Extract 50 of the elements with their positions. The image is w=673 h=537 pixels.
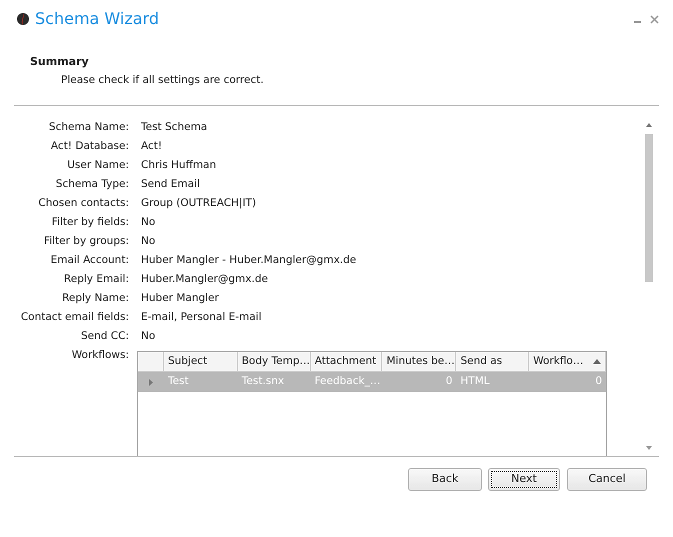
table-cell: HTML — [456, 372, 530, 392]
field-label: Contact email fields: — [20, 310, 129, 325]
column-header[interactable]: Send as — [456, 352, 530, 371]
field-value: Group (OUTREACH|IT) — [141, 196, 256, 211]
row-indicator-icon — [148, 378, 153, 386]
field-value: Huber Mangler - Huber.Mangler@gmx.de — [141, 252, 356, 268]
table-cell: 0 — [529, 372, 606, 392]
field-label: Filter by groups: — [42, 234, 129, 249]
field-value: No — [141, 328, 156, 344]
field-label: Workflows: — [70, 348, 129, 363]
table-cell: Feedback_… — [310, 372, 383, 392]
field-value: No — [141, 234, 156, 249]
scroll-thumb[interactable] — [645, 134, 653, 282]
table-cell: 0 — [382, 372, 456, 392]
workflows-grid[interactable]: Subject Body Temp… Attachment Minutes be… Send as Workflo… Test Test.snx Feedback_… 0 HTML 0 — [137, 351, 607, 456]
field-label: Send CC: — [80, 328, 129, 344]
column-header[interactable]: Workflo… — [529, 352, 606, 371]
field-value: Chris Huffman — [141, 158, 216, 173]
field-value: Huber.Mangler@gmx.de — [141, 272, 268, 287]
app-logo-icon — [16, 12, 30, 26]
field-value: Send Email — [141, 176, 200, 192]
field-value: No — [141, 214, 156, 230]
table-cell: Test.snx — [238, 372, 311, 392]
field-label: Email Account: — [50, 252, 129, 268]
field-label: Reply Email: — [62, 272, 129, 287]
close-icon[interactable] — [650, 14, 659, 24]
column-header[interactable]: Minutes be… — [382, 352, 456, 371]
field-label: Filter by fields: — [50, 214, 129, 230]
field-value: Huber Mangler — [141, 290, 219, 306]
column-header[interactable]: Attachment — [310, 352, 382, 371]
section-subtitle: Please check if all settings are correct. — [60, 72, 265, 88]
column-header[interactable]: Body Temp… — [238, 352, 311, 371]
section-title: Summary — [30, 54, 90, 70]
scroll-down-icon[interactable] — [646, 446, 652, 450]
wizard-button[interactable]: Cancel — [567, 468, 647, 491]
table-cell: Test — [164, 372, 238, 392]
wizard-button[interactable]: Next — [488, 468, 560, 491]
wizard-button[interactable]: Back — [408, 468, 482, 491]
field-value: Act! — [141, 138, 162, 154]
field-label: Reply Name: — [61, 290, 129, 306]
field-label: Schema Name: — [48, 120, 129, 135]
field-label: Schema Type: — [54, 176, 129, 192]
field-value: Test Schema — [141, 120, 208, 135]
column-header[interactable]: Subject — [164, 352, 238, 371]
field-label: User Name: — [66, 158, 129, 173]
field-value: E-mail, Personal E-mail — [141, 310, 262, 325]
scroll-up-icon[interactable] — [646, 123, 652, 127]
window-title: Schema Wizard — [35, 8, 159, 30]
field-label: Chosen contacts: — [37, 196, 129, 211]
field-label: Act! Database: — [50, 138, 129, 154]
